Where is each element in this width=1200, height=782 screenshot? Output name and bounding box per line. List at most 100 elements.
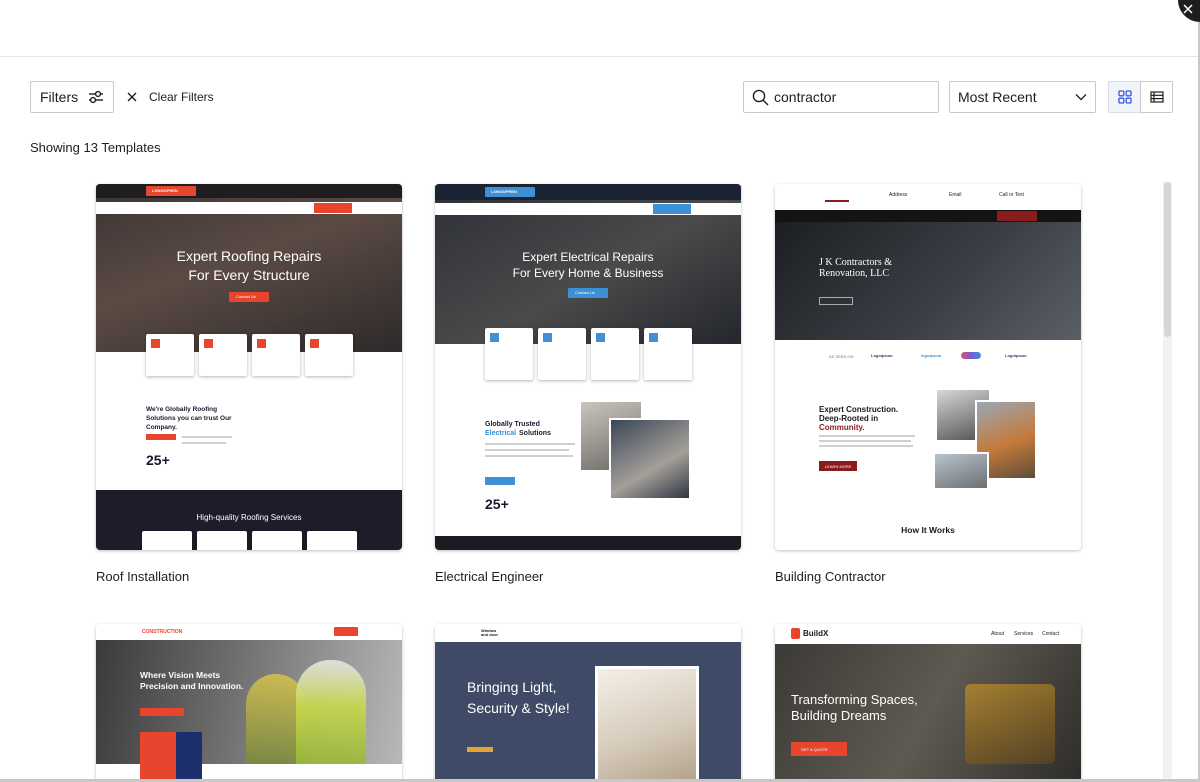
hero-cta-label: GET A QUOTE <box>801 747 828 752</box>
template-logo: Window and door <box>481 628 499 637</box>
results-count: Showing 13 Templates <box>30 140 161 155</box>
hero-heading-line1: Transforming Spaces, <box>791 692 918 707</box>
sort-select[interactable]: Most Recent <box>949 81 1096 113</box>
template-card-buildx[interactable]: BuildX About Services Contact Transformi… <box>775 624 1081 779</box>
template-logo-mark <box>825 190 849 202</box>
hero-heading-line2: Security & Style! <box>467 700 570 716</box>
feature-card <box>252 334 300 376</box>
hero-cta-label: Contact Us <box>575 290 595 295</box>
template-logo: LONGOPREN <box>491 189 517 194</box>
template-preview[interactable]: Window and door Bringing Light, Security… <box>435 624 741 779</box>
hero-heading-line1: Expert Roofing Repairs <box>176 248 322 264</box>
hero-cta-button[interactable] <box>140 708 184 716</box>
about-heading-line1: Globally Trusted <box>485 421 540 428</box>
search-box[interactable] <box>743 81 939 113</box>
partner-logo: Logoipsum <box>1005 353 1027 358</box>
search-input[interactable] <box>774 89 924 105</box>
search-icon <box>752 89 769 105</box>
hero-heading-line2: For Every Home & Business <box>512 266 664 280</box>
about-heading-line1: Expert Construction. <box>819 405 899 414</box>
template-logo: CONSTRUCTION <box>142 629 183 635</box>
service-card <box>197 531 247 550</box>
about-heading: We're Globally Roofing Solutions you can… <box>146 406 232 431</box>
sliders-icon <box>89 90 103 104</box>
about-heading-line2: Solutions <box>519 430 551 437</box>
chevron-down-icon <box>1075 94 1087 101</box>
template-preview[interactable]: CONSTRUCTION Where Vision Meets Precisio… <box>96 624 402 779</box>
hero-heading-line1: Bringing Light, <box>467 679 557 695</box>
about-image <box>609 418 691 500</box>
nav-contact: Contact <box>1042 631 1060 637</box>
stat-value: 25+ <box>146 452 170 468</box>
hero-heading-line2: Building Dreams <box>791 708 887 723</box>
nav-services: Services <box>1014 631 1034 637</box>
nav-about: About <box>991 631 1005 637</box>
hero-heading-line2: Precision and Innovation. <box>140 681 244 691</box>
hero-helmet-figure <box>296 660 366 764</box>
hero-cta-label: Contact Us <box>236 294 256 299</box>
service-card <box>252 531 302 550</box>
template-preview[interactable]: BuildX About Services Contact Transformi… <box>775 624 1081 779</box>
feature-card <box>485 328 533 380</box>
hero-cta-button[interactable] <box>819 297 853 305</box>
template-preview[interactable]: Address Email Call or Text J K Contracto… <box>775 184 1081 550</box>
toolbar: Filters Clear Filters Most Recent <box>30 81 1173 113</box>
feature-card <box>591 328 639 380</box>
stat-value: 25+ <box>485 496 509 512</box>
service-card <box>307 531 357 550</box>
section-heading: How It Works <box>901 525 955 535</box>
filters-button[interactable]: Filters <box>30 81 114 113</box>
clear-filters-button[interactable]: Clear Filters <box>127 81 214 113</box>
hero-heading-line1: Where Vision Meets <box>140 670 221 680</box>
filters-label: Filters <box>40 89 79 105</box>
clear-filters-label: Clear Filters <box>149 90 214 104</box>
feature-card <box>199 334 247 376</box>
template-logo: LONGOPREN <box>152 188 178 193</box>
feature-card <box>644 328 692 380</box>
partner-logo: Logoipsum <box>871 353 893 358</box>
template-card-window-and-door[interactable]: Window and door Bringing Light, Security… <box>435 624 741 779</box>
template-card-roof-installation[interactable]: LONGOPREN Expert Roofing Repairs For Eve… <box>96 184 402 584</box>
about-heading-accent: Community. <box>819 423 865 432</box>
scrollbar-thumb[interactable] <box>1164 182 1171 337</box>
header-call: Call or Text <box>999 192 1024 198</box>
sort-value: Most Recent <box>958 89 1037 105</box>
template-title[interactable]: Electrical Engineer <box>435 569 543 584</box>
feature-card <box>538 328 586 380</box>
hero-excavator <box>965 684 1055 764</box>
template-title[interactable]: Building Contractor <box>775 569 886 584</box>
list-icon <box>1149 91 1164 103</box>
hero-heading-line2: Renovation, LLC <box>819 268 889 279</box>
learn-more-label: LEARN MORE <box>825 464 852 469</box>
template-card-building-contractor[interactable]: Address Email Call or Text J K Contracto… <box>775 184 1081 584</box>
template-library-modal: Filters Clear Filters Most Recent <box>0 0 1198 779</box>
template-title[interactable]: Roof Installation <box>96 569 189 584</box>
header-email: Email <box>949 192 962 198</box>
template-card-electrical-engineer[interactable]: LONGOPREN Expert Electrical Repairs For … <box>435 184 741 584</box>
logo-strip-label: AS SEEN ON <box>829 354 854 359</box>
hero-interior-image <box>595 666 699 779</box>
partner-logo: logoipsum <box>921 353 942 358</box>
feature-card <box>305 334 353 376</box>
close-icon <box>127 92 137 102</box>
grid-icon <box>1117 90 1132 104</box>
template-logo: BuildX <box>803 629 829 638</box>
close-icon <box>1183 4 1193 14</box>
grid-view-button[interactable] <box>1108 81 1141 113</box>
hero-heading-line1: J K Contractors & <box>819 257 893 268</box>
header-address: Address <box>889 192 908 198</box>
view-toggle <box>1108 81 1173 113</box>
feature-card <box>146 334 194 376</box>
services-heading: High-quality Roofing Services <box>196 513 302 522</box>
template-preview[interactable]: LONGOPREN Expert Electrical Repairs For … <box>435 184 741 550</box>
hero-heading-line2: For Every Structure <box>188 267 310 283</box>
template-card-construction[interactable]: CONSTRUCTION Where Vision Meets Precisio… <box>96 624 402 779</box>
template-preview[interactable]: LONGOPREN Expert Roofing Repairs For Eve… <box>96 184 402 550</box>
modal-header <box>0 0 1198 57</box>
list-view-button[interactable] <box>1140 81 1173 113</box>
service-card <box>142 531 192 550</box>
about-heading-accent: Electrical <box>485 430 517 437</box>
rating-stars <box>467 747 493 752</box>
template-logo-icon <box>791 628 800 639</box>
about-heading-line2: Deep-Rooted in <box>819 414 879 423</box>
